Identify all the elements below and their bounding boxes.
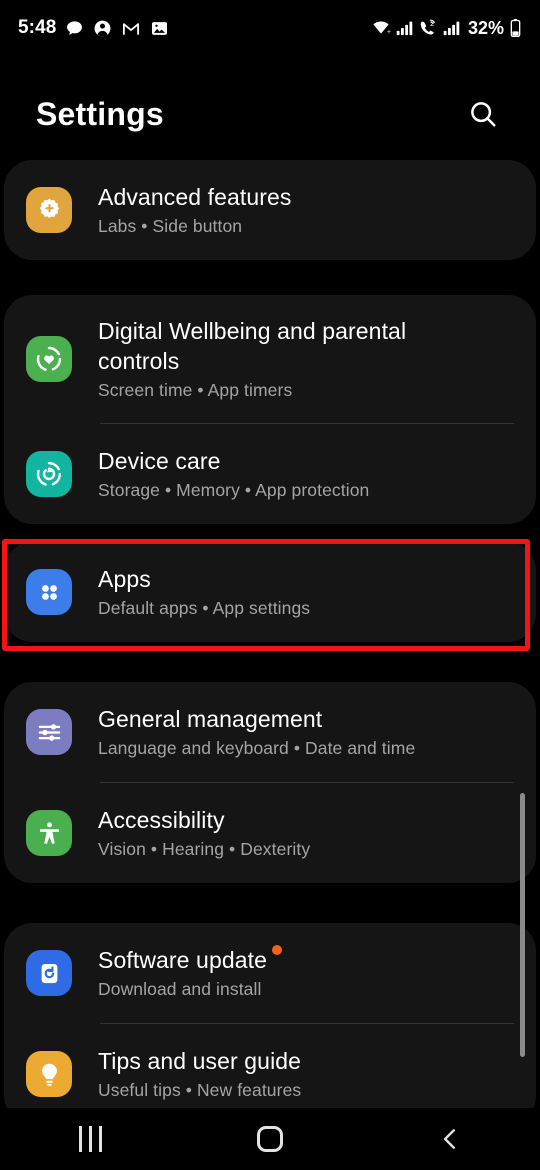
settings-card-group: Software update Download and install Tip… [4,923,536,1124]
recents-button[interactable] [0,1108,180,1170]
row-subtitle: Screen time • App timers [98,379,293,400]
settings-card-group: Apps Default apps • App settings [4,542,536,642]
call-sim2-icon: 2 [420,19,436,35]
row-subtitle: Useful tips • New features [98,1079,302,1100]
app-header: Settings [0,72,540,156]
page-title: Settings [36,95,164,132]
row-subtitle: Download and install [98,978,262,999]
signal-bars-icon [396,21,413,36]
settings-row-digital-wellbeing[interactable]: Digital Wellbeing and parental controls … [4,295,536,423]
row-subtitle: Language and keyboard • Date and time [98,737,416,758]
accessibility-person-icon [26,810,72,856]
search-button[interactable] [462,93,504,135]
back-button[interactable] [360,1108,540,1170]
settings-row-general-management[interactable]: General management Language and keyboard… [4,682,536,782]
row-text: Advanced features Labs • Side button [98,168,292,253]
row-text: Software update Download and install [98,931,283,1016]
row-title: Advanced features [98,183,292,210]
heart-circle-icon [26,336,72,382]
row-text: Device care Storage • Memory • App prote… [98,432,369,517]
photos-icon [152,21,168,35]
row-subtitle: Default apps • App settings [98,597,311,618]
phone-screen: 5:48 + 2 32% Settings Advanced features … [0,0,540,1170]
battery-percent-label: 32% [467,17,504,38]
row-text: Tips and user guide Useful tips • New fe… [98,1032,301,1117]
row-title: Accessibility [98,806,225,833]
recents-icon [78,1126,102,1152]
gmail-icon [123,22,140,35]
lightbulb-icon [26,1051,72,1097]
four-dots-apps-icon [26,569,72,615]
row-subtitle: Storage • Memory • App protection [98,479,370,500]
settings-card-group: Advanced features Labs • Side button [4,160,536,260]
row-text: General management Language and keyboard… [98,690,415,775]
row-text: Digital Wellbeing and parental controls … [98,302,468,417]
home-button[interactable] [180,1108,360,1170]
row-title: Apps [98,565,151,592]
status-bar-right: + 2 32% [371,18,522,39]
back-chevron-icon [443,1129,455,1149]
gear-plus-icon [26,187,72,233]
settings-list[interactable]: Advanced features Labs • Side button Dig… [0,160,540,1124]
status-time: 5:48 [18,17,57,38]
row-subtitle: Vision • Hearing • Dexterity [98,838,311,859]
wifi-icon: + [373,21,391,36]
status-bar: 5:48 + 2 32% [0,0,540,56]
battery-icon [510,18,521,37]
home-icon [257,1126,283,1152]
row-title: Digital Wellbeing and parental controls [98,317,407,374]
row-title: Software update [98,944,283,975]
row-title: Device care [98,447,221,474]
system-navigation-bar [0,1108,540,1170]
contact-person-icon [95,20,111,36]
search-icon [471,102,496,127]
sliders-icon [26,709,72,755]
settings-row-accessibility[interactable]: Accessibility Vision • Hearing • Dexteri… [4,783,536,883]
row-text: Apps Default apps • App settings [98,550,310,635]
message-bubble-icon [67,20,83,35]
row-title-text: Software update [98,946,268,973]
settings-row-advanced-features[interactable]: Advanced features Labs • Side button [4,160,536,260]
settings-row-device-care[interactable]: Device care Storage • Memory • App prote… [4,424,536,524]
update-badge-dot [272,944,283,955]
row-title: Tips and user guide [98,1047,302,1074]
row-title: General management [98,705,323,732]
settings-row-software-update[interactable]: Software update Download and install [4,923,536,1023]
row-text: Accessibility Vision • Hearing • Dexteri… [98,791,310,876]
row-subtitle: Labs • Side button [98,215,243,236]
settings-row-apps[interactable]: Apps Default apps • App settings [4,542,536,642]
settings-card-group: Digital Wellbeing and parental controls … [4,295,536,524]
status-bar-left: 5:48 [18,17,169,39]
settings-card-group: General management Language and keyboard… [4,682,536,883]
svg-text:+: + [387,29,391,36]
software-update-icon [26,950,72,996]
device-care-spiral-icon [26,451,72,497]
list-scrollbar[interactable] [520,793,525,1057]
signal-bars-2-icon [443,21,460,36]
